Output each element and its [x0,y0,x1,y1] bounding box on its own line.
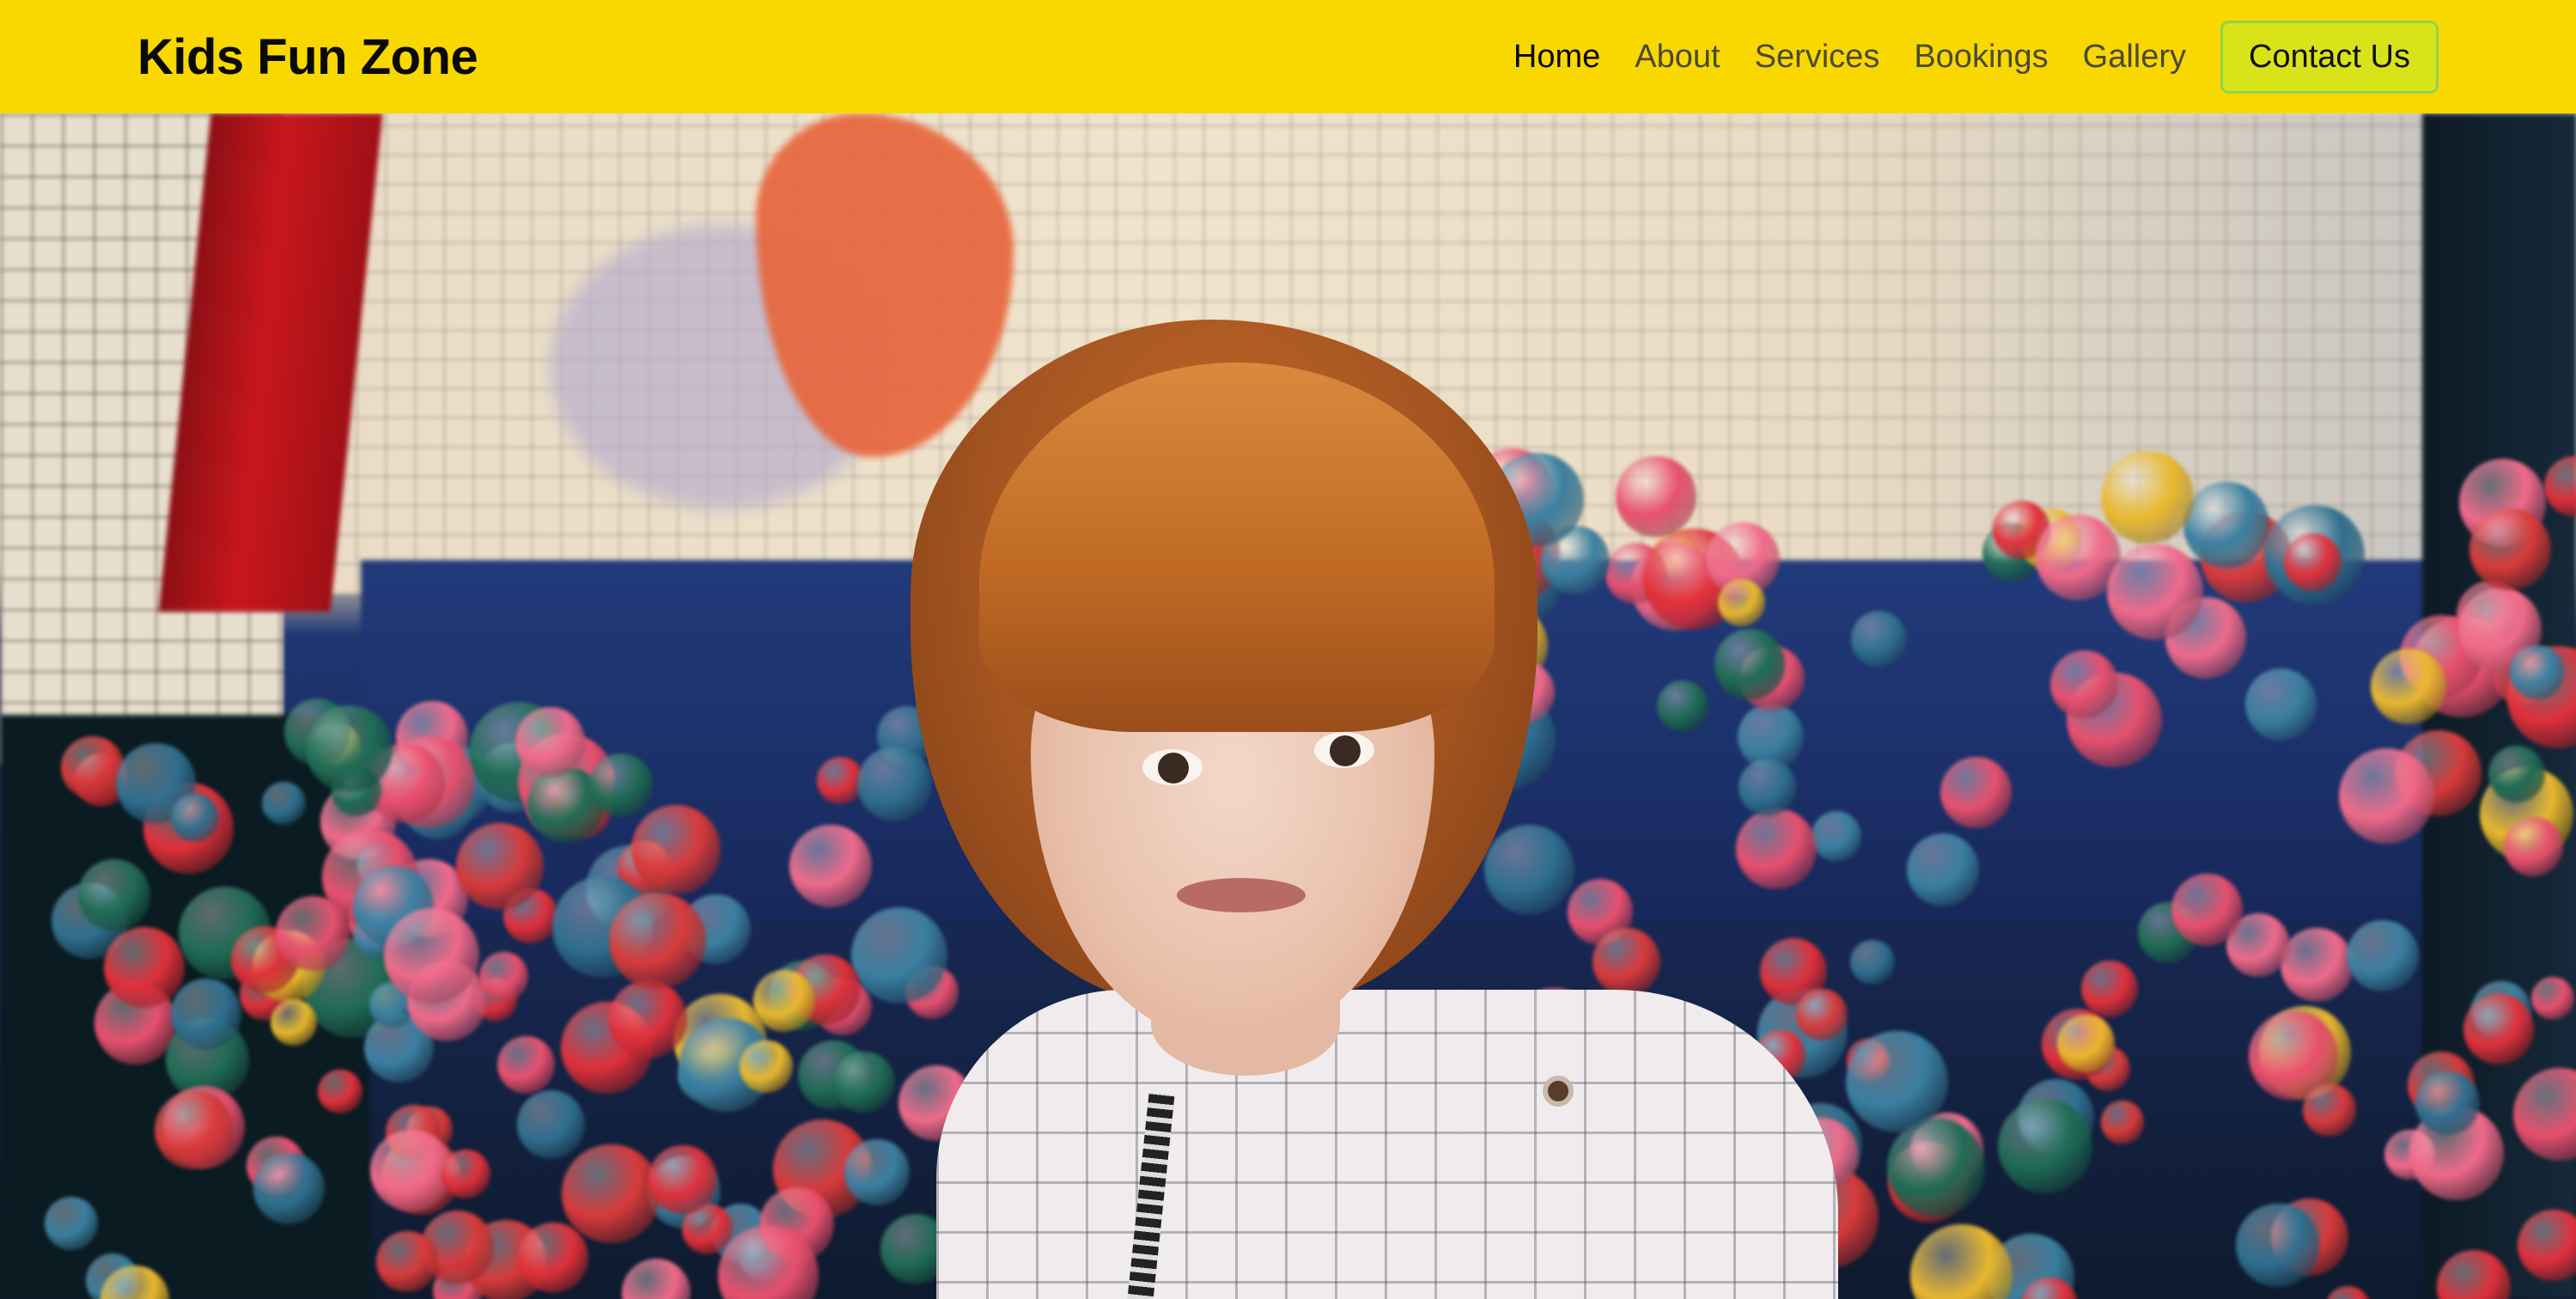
play-ball [318,1069,362,1114]
child-mouth [1177,878,1306,912]
play-ball [2101,1101,2145,1144]
nav-home-link[interactable]: Home [1513,39,1600,76]
play-ball [2101,451,2195,545]
main-nav: Home About Services Bookings Gallery Con… [1513,20,2439,94]
play-ball [270,998,317,1046]
shirt-button [1543,1076,1574,1107]
play-ball [2244,668,2317,741]
play-ball [376,1230,438,1292]
play-ball [1997,1099,2092,1194]
play-ball [753,969,816,1032]
play-ball [261,781,306,826]
play-ball [441,1150,491,1199]
play-ball [2437,1250,2512,1299]
play-ball [789,825,873,908]
play-ball [630,804,722,895]
play-ball [496,1035,555,1094]
brand-logo[interactable]: Kids Fun Zone [137,28,478,86]
play-ball [1940,757,2013,829]
nav-bookings-link[interactable]: Bookings [1914,39,2048,76]
play-ball [170,794,219,842]
play-ball [518,1223,589,1294]
play-ball [2509,644,2564,700]
child-eye [1314,732,1374,768]
play-ball [562,1144,661,1243]
play-ball [516,1090,585,1159]
play-ball [2415,1070,2480,1135]
play-ball [45,1197,98,1251]
play-ball [609,892,706,990]
nav-gallery-link[interactable]: Gallery [2083,39,2186,76]
play-ball [2512,1068,2576,1162]
play-ball [2504,816,2564,876]
play-ball [588,753,654,818]
play-ball [2171,874,2244,946]
play-ball [170,979,241,1050]
play-ball [515,706,585,777]
play-ball [478,952,529,1002]
play-ball [61,735,125,799]
hero-image [0,113,2576,1299]
play-ball [370,1129,454,1212]
play-ball [621,1259,691,1299]
play-ball [833,1051,895,1113]
play-ball [2280,928,2354,1002]
nav-services-link[interactable]: Services [1755,39,1880,76]
play-ball [384,908,479,1004]
play-ball [739,1040,793,1094]
play-ball [2518,1209,2576,1282]
play-ball [1909,1224,2013,1299]
play-ball [648,1144,717,1214]
play-ball [2324,1285,2371,1299]
play-ball [305,705,393,793]
child-eye [1142,749,1203,785]
contact-us-button[interactable]: Contact Us [2220,20,2439,94]
play-ball [155,1090,234,1170]
play-ball [253,1153,325,1224]
play-ball [2081,960,2139,1017]
play-ball [2543,455,2576,517]
play-ball [2107,544,2203,640]
nav-about-link[interactable]: About [1635,39,1720,76]
child-shirt [936,990,1838,1299]
play-ball [2236,1203,2321,1288]
play-ball [608,979,687,1058]
play-ball [2530,977,2575,1021]
play-ball [2488,746,2546,803]
navbar: Kids Fun Zone Home About Services Bookin… [0,0,2576,113]
play-ball [2463,993,2535,1064]
play-ball [2469,509,2552,591]
play-ball [2283,533,2342,592]
play-ball [456,822,544,910]
play-ball [2370,649,2446,724]
play-ball [2050,650,2119,719]
play-ball [104,927,185,1009]
play-ball [1886,1118,1986,1217]
play-ball [2347,919,2419,992]
play-ball [1906,833,1980,906]
play-ball [2183,481,2269,568]
play-ball [2338,748,2435,845]
play-ball [77,858,151,932]
play-ball [2302,1082,2356,1137]
child-figure [893,320,1890,1299]
